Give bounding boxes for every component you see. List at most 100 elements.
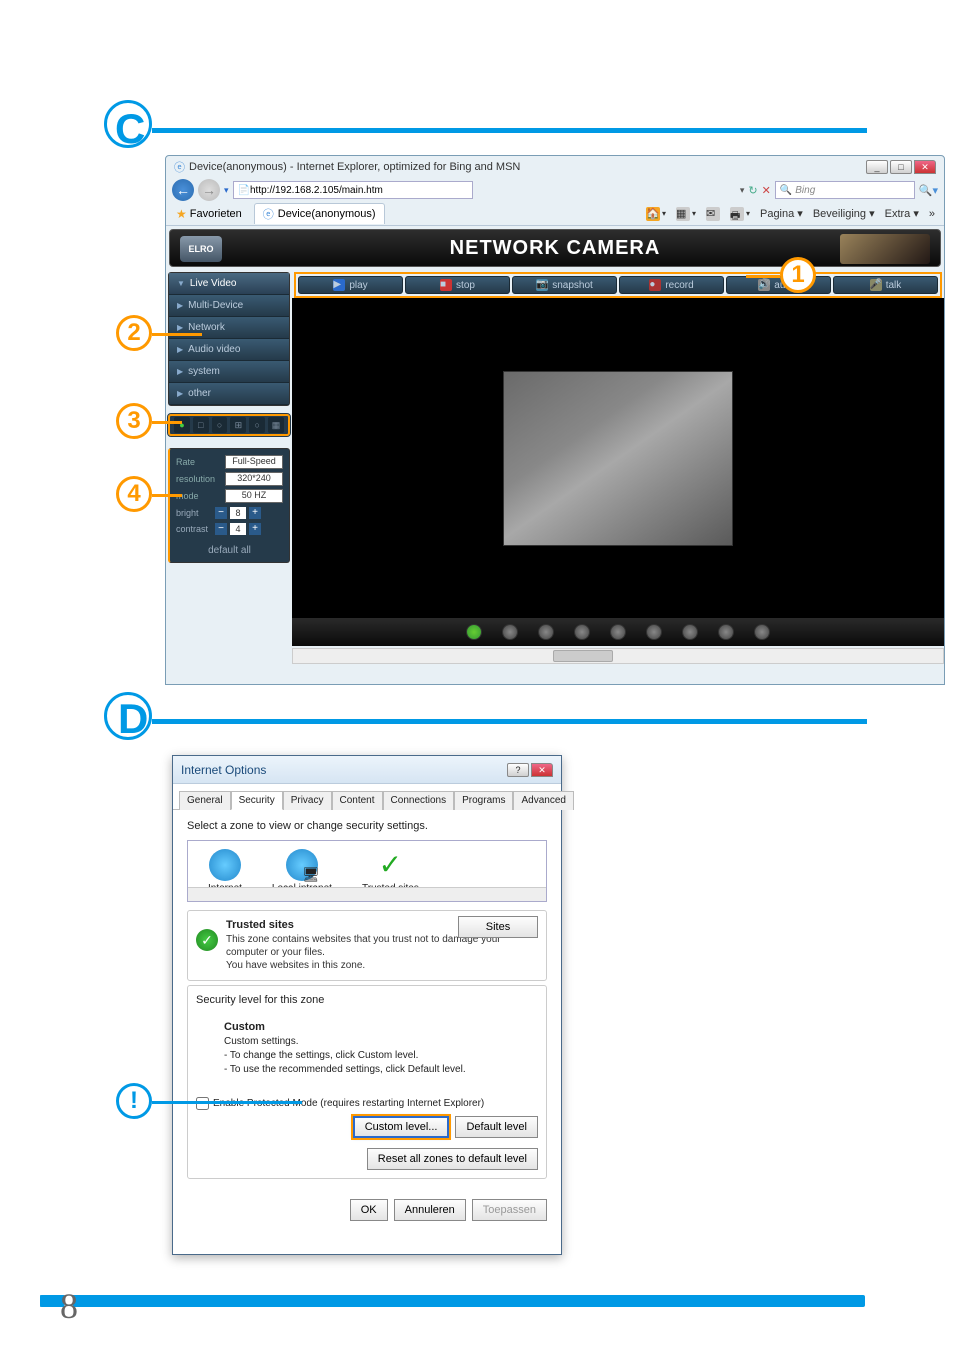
- security-menu[interactable]: Beveiliging ▾: [810, 204, 878, 224]
- tab-privacy[interactable]: Privacy: [283, 791, 332, 810]
- sidebar-item-audio-video[interactable]: ▶Audio video: [169, 339, 289, 361]
- history-dropdown[interactable]: ▾: [224, 185, 229, 196]
- rate-select[interactable]: Full-Speed: [225, 455, 283, 469]
- setting-label: contrast: [176, 524, 212, 534]
- zone-list[interactable]: Internet 🖥 Local intranet ✓ Trusted site…: [187, 840, 547, 902]
- video-area: [292, 298, 944, 618]
- view-circle[interactable]: ○: [212, 417, 228, 433]
- default-all-button[interactable]: default all: [176, 545, 283, 556]
- forward-button[interactable]: →: [198, 179, 220, 201]
- sidebar-item-system[interactable]: ▶system: [169, 361, 289, 383]
- more-menu[interactable]: »: [926, 204, 938, 224]
- sidebar-item-label: Multi-Device: [188, 300, 243, 311]
- dialog-close-button[interactable]: ✕: [531, 763, 553, 777]
- view-single[interactable]: ●: [174, 417, 190, 433]
- play-label: play: [349, 280, 367, 291]
- browser-tab[interactable]: ⓔ Device(anonymous): [254, 203, 385, 224]
- mail-button[interactable]: ✉: [703, 204, 723, 224]
- setting-contrast: contrast − 4 +: [176, 523, 283, 535]
- preset-6[interactable]: [646, 624, 662, 640]
- cancel-button[interactable]: Annuleren: [394, 1199, 466, 1221]
- zone-scrollbar[interactable]: [188, 887, 546, 901]
- internet-options-dialog: Internet Options ? ✕ General Security Pr…: [172, 755, 562, 1255]
- play-icon: ▶: [333, 279, 345, 291]
- setting-rate: Rate Full-Speed: [176, 455, 283, 469]
- sidebar-item-live-video[interactable]: ▼Live Video: [169, 273, 289, 295]
- tab-advanced[interactable]: Advanced: [513, 791, 573, 810]
- snapshot-button[interactable]: 📷 snapshot: [512, 276, 617, 294]
- search-go[interactable]: 🔍▾: [919, 184, 938, 197]
- help-button[interactable]: ?: [507, 763, 529, 777]
- stop-icon: ■: [440, 279, 452, 291]
- print-button[interactable]: 🖶▾: [727, 204, 753, 224]
- bright-plus[interactable]: +: [249, 507, 261, 519]
- stop-button[interactable]: ✕: [762, 184, 771, 197]
- view-1[interactable]: □: [193, 417, 209, 433]
- view-4[interactable]: ⊞: [230, 417, 246, 433]
- reset-zones-button[interactable]: Reset all zones to default level: [367, 1148, 538, 1170]
- scrollbar-thumb[interactable]: [553, 650, 613, 662]
- default-level-button[interactable]: Default level: [455, 1116, 538, 1138]
- preset-9[interactable]: [754, 624, 770, 640]
- bright-value: 8: [230, 507, 246, 519]
- apply-button[interactable]: Toepassen: [472, 1199, 547, 1221]
- back-button[interactable]: ←: [172, 179, 194, 201]
- extra-menu[interactable]: Extra ▾: [882, 204, 922, 224]
- tab-general[interactable]: General: [179, 791, 231, 810]
- preset-5[interactable]: [610, 624, 626, 640]
- mode-select[interactable]: 50 HZ: [225, 489, 283, 503]
- bright-minus[interactable]: −: [215, 507, 227, 519]
- home-icon: 🏠: [646, 207, 660, 221]
- home-button[interactable]: 🏠▾: [643, 204, 669, 224]
- callout-4: 4: [116, 476, 152, 512]
- snapshot-label: snapshot: [552, 280, 593, 291]
- custom-level-button[interactable]: Custom level...: [353, 1116, 450, 1138]
- view-9[interactable]: ▦: [268, 417, 284, 433]
- sites-button[interactable]: Sites: [458, 916, 538, 938]
- minimize-button[interactable]: _: [866, 160, 888, 174]
- talk-label: talk: [886, 280, 902, 291]
- tab-programs[interactable]: Programs: [454, 791, 513, 810]
- sidebar-item-label: Audio video: [188, 344, 240, 355]
- camera-title: NETWORK CAMERA: [450, 237, 661, 260]
- sidebar-item-other[interactable]: ▶other: [169, 383, 289, 405]
- talk-button[interactable]: 🎤talk: [833, 276, 938, 294]
- preset-3[interactable]: [538, 624, 554, 640]
- addr-dropdown[interactable]: ▾: [740, 185, 745, 196]
- tab-content[interactable]: Content: [332, 791, 383, 810]
- contrast-minus[interactable]: −: [215, 523, 227, 535]
- close-button[interactable]: ✕: [914, 160, 936, 174]
- trusted-sites-box: ✓ Sites Trusted sites This zone contains…: [187, 910, 547, 981]
- horizontal-scrollbar[interactable]: [292, 648, 944, 664]
- search-icon: 🔍: [780, 185, 792, 196]
- favorites-button[interactable]: ★ Favorieten: [172, 204, 246, 224]
- view-circle2[interactable]: ○: [249, 417, 265, 433]
- feeds-button[interactable]: ▦▾: [673, 204, 699, 224]
- page-bar: [40, 1295, 865, 1307]
- maximize-button[interactable]: □: [890, 160, 912, 174]
- preset-1[interactable]: [466, 624, 482, 640]
- resolution-select[interactable]: 320*240: [225, 472, 283, 486]
- contrast-plus[interactable]: +: [249, 523, 261, 535]
- tab-favicon: ⓔ: [263, 206, 274, 222]
- preset-4[interactable]: [574, 624, 590, 640]
- camera-icon: 📷: [536, 279, 548, 291]
- refresh-button[interactable]: ↻: [748, 184, 757, 197]
- tab-connections[interactable]: Connections: [383, 791, 455, 810]
- url-field[interactable]: 📄 http://192.168.2.105/main.htm: [233, 181, 473, 199]
- section-d-label: D: [118, 695, 148, 743]
- play-button[interactable]: ▶ play: [298, 276, 403, 294]
- ok-button[interactable]: OK: [350, 1199, 388, 1221]
- record-button[interactable]: ●record: [619, 276, 724, 294]
- camera-app: ELRO NETWORK CAMERA ▼Live Video ▶Multi-D…: [166, 226, 944, 681]
- preset-7[interactable]: [682, 624, 698, 640]
- stop-button[interactable]: ■stop: [405, 276, 510, 294]
- preset-2[interactable]: [502, 624, 518, 640]
- page-menu[interactable]: Pagina ▾: [757, 204, 806, 224]
- caret-right-icon: ▶: [177, 389, 183, 398]
- tab-security[interactable]: Security: [231, 791, 283, 810]
- sidebar-item-multi-device[interactable]: ▶Multi-Device: [169, 295, 289, 317]
- search-field[interactable]: 🔍 Bing: [775, 181, 915, 199]
- custom-default-hint: - To use the recommended settings, click…: [224, 1064, 466, 1075]
- preset-8[interactable]: [718, 624, 734, 640]
